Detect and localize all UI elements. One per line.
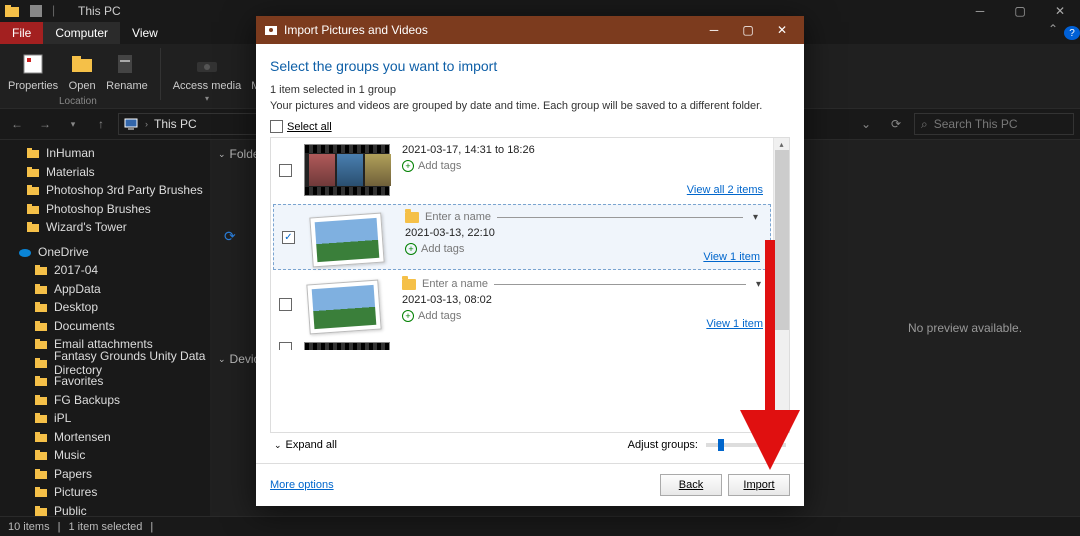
search-input[interactable]: ⌕ Search This PC [914, 113, 1074, 135]
search-placeholder: Search This PC [934, 117, 1018, 131]
refresh-button[interactable]: ⟳ [884, 112, 908, 136]
tree-item[interactable]: 2017-04 [0, 261, 210, 280]
import-group[interactable]: ✓ Enter a name▾ 2021-03-13, 22:10 +Add t… [273, 204, 771, 270]
maximize-button[interactable]: ▢ [1000, 0, 1040, 22]
tree-item[interactable]: Desktop [0, 298, 210, 317]
properties-button[interactable]: Properties [6, 48, 60, 94]
dialog-minimize[interactable]: ─ [700, 20, 728, 40]
folder-icon [402, 279, 416, 290]
recent-button[interactable]: ▾ [62, 113, 84, 135]
tree-item[interactable]: Music [0, 446, 210, 465]
access-media-button[interactable]: Access media▾ [171, 48, 243, 105]
group-checkbox[interactable]: ✓ [282, 231, 295, 244]
dialog-maximize[interactable]: ▢ [734, 20, 762, 40]
tree-item[interactable]: Papers [0, 465, 210, 484]
import-group[interactable]: Enter a name▾ 2021-03-13, 08:02 +Add tag… [271, 272, 773, 336]
thispc-icon [123, 116, 139, 132]
scrollbar-thumb[interactable] [775, 150, 789, 330]
minimize-button[interactable]: ─ [960, 0, 1000, 22]
import-button[interactable]: Import [728, 474, 790, 496]
view-items-link[interactable]: View 1 item [703, 251, 760, 263]
group-checkbox[interactable] [279, 298, 292, 311]
tree-onedrive[interactable]: OneDrive [0, 243, 210, 262]
forward-button[interactable]: → [34, 113, 56, 135]
close-button[interactable]: ✕ [1040, 0, 1080, 22]
dialog-close[interactable]: ✕ [768, 20, 796, 40]
tree-item[interactable]: iPL [0, 409, 210, 428]
preview-pane: No preview available. [850, 140, 1080, 516]
tree-item[interactable]: Public [0, 502, 210, 517]
import-icon [264, 23, 278, 37]
ribbon-collapse[interactable]: ⌃ [1042, 22, 1064, 44]
qat-sep: | [52, 3, 68, 19]
adjust-label: Adjust groups: [628, 439, 698, 451]
tab-view[interactable]: View [120, 22, 170, 44]
rename-button[interactable]: Rename [104, 48, 150, 94]
tree-item[interactable]: InHuman [0, 144, 210, 163]
ribbon-group-location: Properties Open Rename Location [6, 48, 150, 107]
add-tags[interactable]: +Add tags [402, 160, 765, 172]
group-date: 2021-03-13, 22:10 [405, 227, 762, 239]
folder-icon [4, 3, 20, 19]
tree-item[interactable]: Materials [0, 163, 210, 182]
groups-list: 2021-03-17, 14:31 to 18:26 +Add tags Vie… [270, 137, 790, 433]
tree-item[interactable]: AppData [0, 280, 210, 299]
folder-icon [405, 212, 419, 223]
back-button-dlg[interactable]: Back [660, 474, 722, 496]
group-checkbox[interactable] [279, 164, 292, 177]
window-title: This PC [78, 4, 121, 18]
group-date: 2021-03-13, 08:02 [402, 294, 765, 306]
view-items-link[interactable]: View 1 item [706, 318, 763, 330]
more-options-link[interactable]: More options [270, 479, 334, 491]
tree-item[interactable]: Fantasy Grounds Unity Data Directory [0, 354, 210, 373]
tree-item[interactable]: FG Backups [0, 391, 210, 410]
view-items-link[interactable]: View all 2 items [687, 184, 763, 196]
status-bar: 10 items | 1 item selected | [0, 516, 1080, 536]
dialog-heading: Select the groups you want to import [270, 58, 790, 74]
tree-item[interactable]: Photoshop Brushes [0, 200, 210, 219]
ribbon-group-label: Location [59, 96, 97, 107]
status-selected: 1 item selected [68, 521, 142, 533]
tree-item[interactable]: Documents [0, 317, 210, 336]
dialog-sub1: 1 item selected in 1 group [270, 84, 790, 96]
name-dropdown[interactable]: ▾ [752, 279, 765, 290]
open-button[interactable]: Open [66, 48, 98, 94]
dialog-titlebar[interactable]: Import Pictures and Videos ─ ▢ ✕ [256, 16, 804, 44]
dialog-title: Import Pictures and Videos [284, 23, 428, 37]
group-date: 2021-03-17, 14:31 to 18:26 [402, 144, 765, 156]
dialog-sub2: Your pictures and videos are grouped by … [270, 100, 790, 112]
save-icon[interactable] [28, 3, 44, 19]
import-dialog: Import Pictures and Videos ─ ▢ ✕ Select … [256, 16, 804, 506]
nav-tree[interactable]: InHumanMaterialsPhotoshop 3rd Party Brus… [0, 140, 210, 516]
help-icon[interactable]: ? [1064, 26, 1080, 40]
select-all-checkbox[interactable]: Select all [270, 120, 790, 133]
adjust-slider[interactable] [706, 443, 786, 447]
addr-dropdown[interactable]: ⌄ [854, 112, 878, 136]
tree-item[interactable]: Mortensen [0, 428, 210, 447]
tab-computer[interactable]: Computer [43, 22, 120, 44]
tree-item[interactable]: Photoshop 3rd Party Brushes [0, 181, 210, 200]
tab-file[interactable]: File [0, 22, 43, 44]
import-group[interactable]: 2021-03-17, 14:31 to 18:26 +Add tags Vie… [271, 138, 773, 202]
breadcrumb[interactable]: This PC [154, 117, 197, 131]
search-icon: ⌕ [921, 117, 928, 132]
back-button[interactable]: ← [6, 113, 28, 135]
tree-item[interactable]: Wizard's Tower [0, 218, 210, 237]
tree-item[interactable]: Pictures [0, 483, 210, 502]
status-count: 10 items [8, 521, 50, 533]
expand-all[interactable]: ⌄Expand all [274, 439, 337, 451]
scrollbar[interactable]: ▴ [773, 138, 789, 432]
name-dropdown[interactable]: ▾ [749, 212, 762, 223]
up-button[interactable]: ↑ [90, 113, 112, 135]
